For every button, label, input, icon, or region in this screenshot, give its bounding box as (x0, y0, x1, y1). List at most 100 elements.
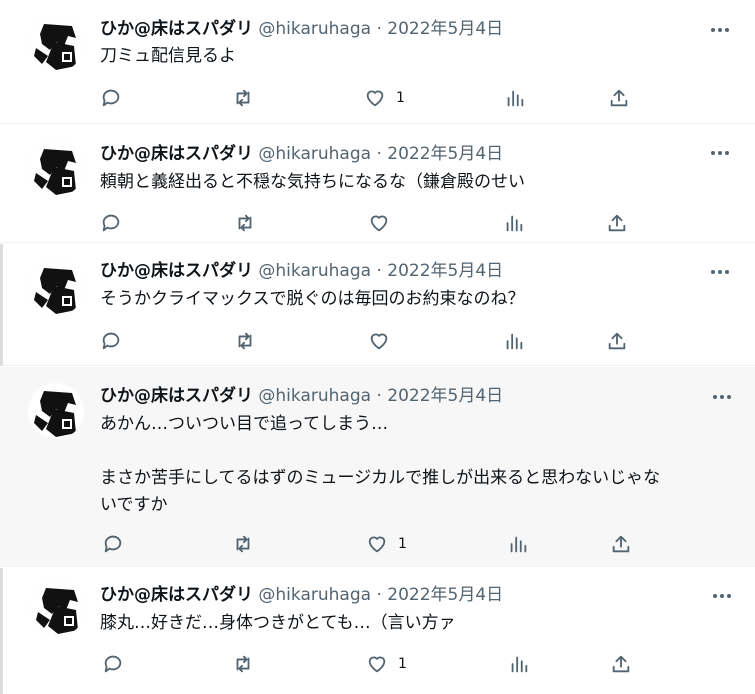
display-name[interactable]: ひか@床はスパダリ (100, 261, 253, 281)
views-button[interactable] (504, 86, 526, 110)
thread-bar (0, 568, 3, 694)
tweet-feed: ひか@床はスパダリ @hikaruhaga · 2022年5月4日 刀ミュ配信見… (0, 0, 755, 694)
retweet-button[interactable] (232, 532, 254, 556)
retweet-button[interactable] (232, 652, 254, 676)
tweet[interactable]: ひか@床はスパダリ @hikaruhaga · 2022年5月4日 頼朝と義経出… (0, 125, 755, 243)
handle[interactable]: @hikaruhaga (258, 19, 371, 39)
like-icon (366, 90, 384, 107)
avatar-icon (28, 141, 84, 197)
timestamp[interactable]: 2022年5月4日 (387, 386, 503, 406)
share-icon (608, 332, 626, 350)
tweet-actions: 1 (102, 532, 742, 556)
views-icon (507, 90, 524, 107)
tweet[interactable]: ひか@床はスパダリ @hikaruhaga · 2022年5月4日 膝丸…好きだ… (0, 568, 755, 694)
reply-icon (102, 89, 120, 107)
retweet-button[interactable] (234, 329, 256, 353)
like-count: 1 (398, 536, 407, 552)
more-icon (711, 270, 729, 274)
avatar[interactable] (28, 141, 84, 197)
views-icon (510, 536, 527, 553)
handle[interactable]: @hikaruhaga (258, 386, 371, 406)
tweet-text: あかん…ついつい目で追ってしまう… まさか苦手にしてるはずのミュージカルで推しが… (100, 414, 661, 515)
timestamp[interactable]: 2022年5月4日 (387, 261, 503, 281)
retweet-icon (238, 214, 252, 232)
reply-button[interactable] (100, 211, 122, 235)
like-button[interactable]: 1 (366, 652, 407, 676)
tweet[interactable]: ひか@床はスパダリ @hikaruhaga · 2022年5月4日 刀ミュ配信見… (0, 0, 755, 124)
timestamp[interactable]: 2022年5月4日 (387, 585, 503, 605)
tweet-actions: 1 (100, 86, 740, 110)
more-icon (713, 395, 731, 399)
retweet-icon (236, 655, 250, 673)
like-button[interactable] (368, 329, 400, 353)
views-button[interactable] (508, 652, 530, 676)
share-button[interactable] (610, 652, 632, 676)
reply-button[interactable] (102, 532, 124, 556)
retweet-icon (236, 535, 250, 553)
tweet-header: ひか@床はスパダリ @hikaruhaga · 2022年5月4日 (100, 584, 503, 606)
retweet-icon (236, 89, 250, 107)
thread-bar (0, 244, 3, 366)
reply-button[interactable] (102, 652, 124, 676)
avatar[interactable] (28, 260, 84, 316)
timestamp[interactable]: 2022年5月4日 (387, 144, 503, 164)
share-button[interactable] (608, 86, 630, 110)
tweet[interactable]: ひか@床はスパダリ @hikaruhaga · 2022年5月4日 あかん…つい… (0, 367, 755, 567)
handle[interactable]: @hikaruhaga (258, 585, 371, 605)
reply-button[interactable] (100, 86, 122, 110)
display-name[interactable]: ひか@床はスパダリ (100, 386, 253, 406)
avatar[interactable] (30, 580, 86, 636)
share-button[interactable] (606, 329, 628, 353)
like-count: 1 (396, 90, 405, 106)
views-icon (506, 333, 523, 350)
like-button[interactable] (368, 211, 400, 235)
like-icon (370, 333, 388, 350)
more-button[interactable] (708, 143, 732, 163)
tweet[interactable]: ひか@床はスパダリ @hikaruhaga · 2022年5月4日 そうかクライ… (0, 244, 755, 366)
more-button[interactable] (710, 586, 734, 606)
like-count: 1 (398, 656, 407, 672)
avatar[interactable] (28, 383, 84, 439)
more-button[interactable] (710, 387, 734, 407)
separator: · (376, 261, 382, 281)
reply-icon (102, 214, 120, 232)
views-button[interactable] (503, 329, 525, 353)
more-icon (713, 594, 731, 598)
share-button[interactable] (610, 532, 632, 556)
avatar-icon (28, 383, 84, 439)
tweet-header: ひか@床はスパダリ @hikaruhaga · 2022年5月4日 (100, 18, 503, 40)
display-name[interactable]: ひか@床はスパダリ (100, 19, 253, 39)
more-button[interactable] (708, 20, 732, 40)
tweet-text: 膝丸…好きだ…身体つきがとても…（言い方ァ (100, 613, 456, 633)
more-button[interactable] (708, 262, 732, 282)
views-button[interactable] (503, 211, 525, 235)
reply-button[interactable] (100, 329, 122, 353)
views-button[interactable] (507, 532, 529, 556)
display-name[interactable]: ひか@床はスパダリ (100, 144, 253, 164)
reply-icon (104, 655, 122, 673)
tweet-header: ひか@床はスパダリ @hikaruhaga · 2022年5月4日 (100, 260, 503, 282)
like-icon (370, 215, 388, 232)
avatar[interactable] (28, 16, 84, 72)
avatar-icon (30, 580, 86, 636)
separator: · (376, 386, 382, 406)
tweet-actions (100, 211, 740, 235)
avatar-icon (28, 16, 84, 72)
like-icon (368, 536, 386, 553)
retweet-button[interactable] (232, 86, 254, 110)
views-icon (511, 656, 528, 673)
share-button[interactable] (606, 211, 628, 235)
timestamp[interactable]: 2022年5月4日 (387, 19, 503, 39)
avatar-icon (28, 260, 84, 316)
more-icon (711, 151, 729, 155)
handle[interactable]: @hikaruhaga (258, 261, 371, 281)
like-button[interactable]: 1 (366, 532, 407, 556)
like-button[interactable]: 1 (364, 86, 405, 110)
tweet-text: 頼朝と義経出ると不穏な気持ちになるな（鎌倉殿のせい (100, 172, 525, 192)
display-name[interactable]: ひか@床はスパダリ (100, 585, 253, 605)
handle[interactable]: @hikaruhaga (258, 144, 371, 164)
retweet-button[interactable] (234, 211, 256, 235)
views-icon (506, 215, 523, 232)
retweet-icon (238, 332, 252, 350)
separator: · (376, 585, 382, 605)
